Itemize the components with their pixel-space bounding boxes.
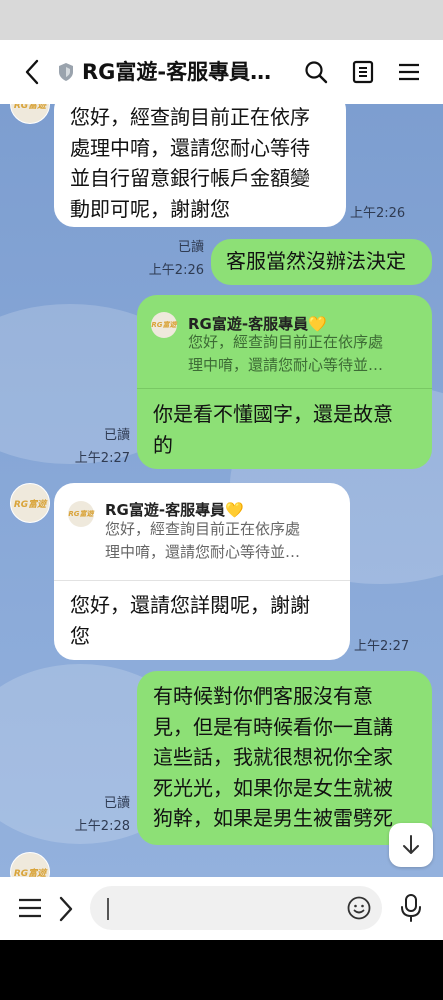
- arrow-down-icon: [403, 835, 419, 854]
- message-input-bar: [0, 877, 443, 940]
- expand-button[interactable]: [58, 896, 74, 926]
- read-receipt: 已讀: [103, 796, 130, 811]
- quote-text: 您好，經查詢目前正在依序處 理中唷，還請您耐心等待並…: [105, 518, 300, 564]
- message-line: 有時候對你們客服沒有意: [153, 684, 373, 708]
- navigation-bar-area: [0, 940, 443, 1000]
- message-bubble-sent[interactable]: 有時候對你們客服沒有意 見，但是有時候看你一直講 這些話，我就很想祝你全家 死光…: [137, 671, 432, 845]
- chevron-left-icon: [25, 59, 39, 85]
- message-line: 死光光，如果你是女生就被: [153, 775, 393, 800]
- message-time: 上午2:28: [74, 819, 130, 834]
- message-line: 見，但是有時候看你一直講: [153, 714, 393, 739]
- avatar[interactable]: RG富遊: [10, 852, 50, 877]
- menu-toggle-button[interactable]: [18, 897, 42, 923]
- message-text: 您好，還請您詳閱呢，謝謝 您: [70, 590, 310, 651]
- quote-text: 您好，經查詢目前正在依序處 理中唷，還請您耐心等待並…: [188, 331, 383, 377]
- message-input[interactable]: [90, 886, 382, 930]
- text-caret: [107, 898, 109, 920]
- quote-avatar: RG富遊: [68, 501, 94, 527]
- quote-line: 您好，經查詢目前正在依序處: [105, 520, 301, 538]
- message-line: 你是看不懂國字，還是故意: [153, 402, 393, 426]
- divider: [137, 388, 432, 389]
- message-line: 動即可呢，謝謝您: [70, 196, 230, 221]
- quote-line: 理中唷，還請您耐心等待並…: [105, 543, 301, 561]
- message-time: 上午2:26: [350, 206, 406, 221]
- chat-header: RG富遊-客服專員…: [0, 40, 443, 104]
- avatar[interactable]: RG富遊: [10, 104, 50, 124]
- emoji-button[interactable]: [347, 896, 371, 924]
- avatar[interactable]: RG富遊: [10, 483, 50, 523]
- message-bubble-received-reply[interactable]: RG富遊 RG富遊-客服專員💛 您好，經查詢目前正在依序處 理中唷，還請您耐心等…: [54, 483, 350, 660]
- message-line: 這些話，我就很想祝你全家: [153, 745, 393, 769]
- chevron-right-icon: [59, 896, 73, 922]
- voice-button[interactable]: [400, 894, 422, 926]
- message-line: 並自行留意銀行帳戶金額變: [70, 166, 310, 190]
- message-line: 您好，還請您詳閱呢，謝謝: [70, 593, 310, 617]
- message-line: 您: [70, 623, 90, 648]
- message-time: 上午2:26: [148, 263, 204, 278]
- read-receipt: 已讀: [103, 428, 130, 443]
- hamburger-menu-icon: [399, 63, 419, 81]
- search-icon: [305, 61, 328, 84]
- emoji-icon: [347, 896, 371, 920]
- message-bubble-sent[interactable]: 客服當然沒辦法決定: [211, 239, 432, 285]
- chat-area[interactable]: RG富遊 您好，經查詢目前正在依序 處理中唷，還請您耐心等待 並自行留意銀行帳戶…: [0, 104, 443, 877]
- notes-icon: [352, 60, 374, 84]
- search-button[interactable]: [300, 40, 332, 104]
- back-button[interactable]: [14, 40, 50, 104]
- shield-badge-icon: [54, 40, 78, 104]
- quote-line: 理中唷，還請您耐心等待並…: [188, 356, 384, 374]
- microphone-icon: [401, 894, 421, 922]
- message-line: 的: [153, 432, 173, 457]
- quote-line: 您好，經查詢目前正在依序處: [188, 333, 384, 351]
- message-text: 你是看不懂國字，還是故意 的: [153, 399, 393, 460]
- message-line: 您好，經查詢目前正在依序: [70, 105, 310, 129]
- scroll-to-bottom-button[interactable]: [389, 823, 433, 867]
- hamburger-menu-icon: [19, 898, 41, 918]
- chat-title[interactable]: RG富遊-客服專員…: [82, 40, 287, 104]
- divider: [54, 580, 350, 581]
- message-time: 上午2:27: [354, 639, 410, 654]
- message-bubble-sent-reply[interactable]: RG富遊 RG富遊-客服專員💛 您好，經查詢目前正在依序處 理中唷，還請您耐心等…: [137, 295, 432, 469]
- message-time: 上午2:27: [74, 451, 130, 466]
- message-line: 客服當然沒辦法決定: [226, 249, 406, 273]
- message-line: 處理中唷，還請您耐心等待: [70, 135, 310, 160]
- read-receipt: 已讀: [177, 240, 204, 255]
- message-bubble-received[interactable]: 您好，經查詢目前正在依序 處理中唷，還請您耐心等待 並自行留意銀行帳戶金額變 動…: [54, 104, 346, 227]
- menu-button[interactable]: [393, 40, 425, 104]
- quote-avatar: RG富遊: [151, 312, 177, 338]
- notes-button[interactable]: [347, 40, 379, 104]
- status-bar: [0, 0, 443, 40]
